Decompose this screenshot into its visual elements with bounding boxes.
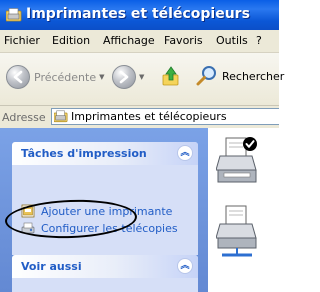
menu-affichage[interactable]: Affichage <box>103 34 155 47</box>
toolbar: Précédente ▼ ▼ Rechercher <box>0 53 284 106</box>
print-tasks-header[interactable]: Tâches d'impression ︽ <box>12 142 198 165</box>
printers-folder-icon <box>54 110 68 123</box>
search-button[interactable]: Rechercher <box>196 65 284 87</box>
menu-fichier[interactable]: Fichier <box>4 34 40 47</box>
menu-outils[interactable]: Outils <box>216 34 248 47</box>
back-button[interactable]: Précédente ▼ <box>6 65 105 89</box>
see-also-header[interactable]: Voir aussi ︽ <box>12 255 198 278</box>
see-also-panel: Voir aussi ︽ <box>12 255 198 292</box>
back-arrow-icon <box>6 65 30 89</box>
title-bar: Imprimantes et télécopieurs <box>0 0 279 30</box>
print-tasks-title: Tâches d'impression <box>21 147 147 160</box>
configure-fax-label: Configurer les télécopies <box>41 221 178 235</box>
menu-favoris[interactable]: Favoris <box>164 34 203 47</box>
printers-view <box>208 128 279 292</box>
forward-button[interactable]: ▼ <box>112 65 144 89</box>
back-dropdown-icon[interactable]: ▼ <box>99 73 104 81</box>
menu-bar: Fichier Edition Affichage Favoris Outils… <box>0 30 279 53</box>
add-printer-label: Ajouter une imprimante <box>41 204 173 218</box>
configure-fax-link[interactable]: Configurer les télécopies <box>21 221 178 235</box>
print-tasks-panel: Tâches d'impression ︽ Ajouter une imprim… <box>12 142 198 255</box>
printers-folder-icon <box>6 8 22 22</box>
address-label: Adresse <box>2 111 46 124</box>
fax-icon <box>21 222 35 234</box>
search-label: Rechercher <box>222 69 285 83</box>
add-printer-link[interactable]: Ajouter une imprimante <box>21 204 172 218</box>
forward-arrow-icon <box>112 65 136 89</box>
address-field[interactable]: Imprimantes et télécopieurs <box>51 108 279 125</box>
collapse-icon[interactable]: ︽ <box>177 258 193 274</box>
up-folder-icon <box>162 66 179 86</box>
back-label: Précédente <box>34 70 97 84</box>
address-bar: Adresse Imprimantes et télécopieurs <box>0 106 279 129</box>
collapse-icon[interactable]: ︽ <box>177 145 193 161</box>
shared-printer-icon[interactable] <box>216 204 260 260</box>
add-printer-icon <box>21 204 35 218</box>
window-title: Imprimantes et télécopieurs <box>26 6 250 22</box>
default-printer-icon[interactable] <box>216 136 260 188</box>
search-icon <box>196 66 216 86</box>
address-value: Imprimantes et télécopieurs <box>71 110 227 123</box>
task-pane: Tâches d'impression ︽ Ajouter une imprim… <box>0 128 208 292</box>
menu-edition[interactable]: Edition <box>52 34 90 47</box>
forward-dropdown-icon[interactable]: ▼ <box>139 73 144 81</box>
up-folder-button[interactable] <box>160 65 182 87</box>
menu-help[interactable]: ? <box>256 34 262 47</box>
see-also-title: Voir aussi <box>21 260 82 273</box>
